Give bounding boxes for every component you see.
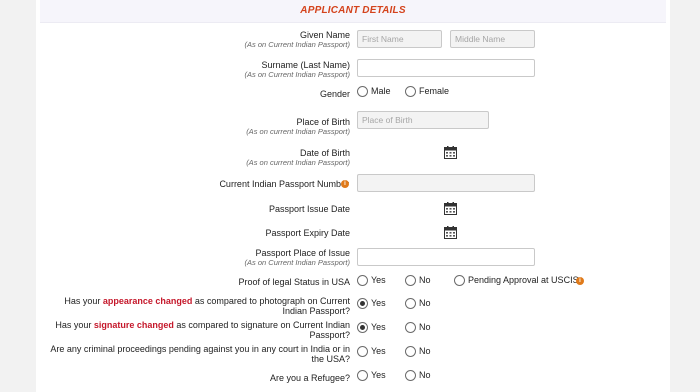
expiry-date-calendar-icon[interactable] xyxy=(444,226,457,239)
place-of-birth-sublabel: (As on current Indian Passport) xyxy=(246,127,350,136)
place-of-birth-label-text: Place of Birth xyxy=(296,117,350,127)
criminal-no-radio[interactable] xyxy=(405,346,416,357)
appearance-question-pre: Has your xyxy=(64,296,103,306)
expiry-date-label-text: Passport Expiry Date xyxy=(265,228,350,238)
date-of-birth-calendar-icon[interactable] xyxy=(444,146,457,159)
legal-status-no-radio[interactable] xyxy=(405,275,416,286)
signature-question-highlight: signature changed xyxy=(93,320,174,330)
appearance-question-post: as compared to photograph on Current Ind… xyxy=(192,296,350,316)
right-margin xyxy=(670,0,700,392)
signature-question-post: as compared to signature on Current Indi… xyxy=(173,320,350,340)
pending-approval-info-icon[interactable]: i xyxy=(576,277,584,285)
signature-yes-radio[interactable] xyxy=(357,322,368,333)
issue-date-label: Passport Issue Date xyxy=(269,204,350,214)
gender-male-label: Male xyxy=(371,86,391,96)
signature-changed-question: Has your signature changed as compared t… xyxy=(40,320,350,340)
appearance-no-radio[interactable] xyxy=(405,298,416,309)
refugee-yes-radio[interactable] xyxy=(357,370,368,381)
passport-number-label-text: Current Indian Passport Number xyxy=(219,179,349,189)
gender-label-text: Gender xyxy=(319,89,350,99)
surname-label: Surname (Last Name) (As on Current India… xyxy=(245,60,350,79)
refugee-question: Are you a Refugee? xyxy=(269,373,350,383)
issue-date-calendar-icon[interactable] xyxy=(444,202,457,215)
signature-question-pre: Has your xyxy=(55,320,94,330)
given-name-sublabel: (As on Current Indian Passport) xyxy=(244,40,350,49)
passport-number-info-icon[interactable]: i xyxy=(341,180,349,188)
refugee-no-label: No xyxy=(419,370,431,380)
date-of-birth-sublabel: (As on current Indian Passport) xyxy=(246,158,350,167)
criminal-yes-label: Yes xyxy=(371,346,386,356)
left-margin xyxy=(0,0,36,392)
criminal-proceedings-question: Are any criminal proceedings pending aga… xyxy=(50,344,350,364)
place-of-issue-label: Passport Place of Issue (As on Current I… xyxy=(245,248,350,267)
legal-status-no-label: No xyxy=(419,275,431,285)
signature-no-radio[interactable] xyxy=(405,322,416,333)
refugee-no-radio[interactable] xyxy=(405,370,416,381)
place-of-issue-sublabel: (As on Current Indian Passport) xyxy=(244,258,350,267)
date-of-birth-label-text: Date of Birth xyxy=(299,148,350,158)
passport-number-input[interactable] xyxy=(357,174,535,192)
legal-status-label-text: Proof of legal Status in USA xyxy=(238,277,350,287)
given-name-label-text: Given Name xyxy=(299,30,350,40)
signature-no-label: No xyxy=(419,322,431,332)
place-of-issue-label-text: Passport Place of Issue xyxy=(255,248,350,258)
surname-input[interactable] xyxy=(357,59,535,77)
surname-sublabel: (As on Current Indian Passport) xyxy=(244,70,350,79)
legal-status-pending-radio[interactable] xyxy=(454,275,465,286)
appearance-yes-radio[interactable] xyxy=(357,298,368,309)
date-of-birth-label: Date of Birth (As on current Indian Pass… xyxy=(246,148,350,167)
section-title: APPLICANT DETAILS xyxy=(300,5,406,16)
criminal-yes-radio[interactable] xyxy=(357,346,368,357)
legal-status-yes-radio[interactable] xyxy=(357,275,368,286)
criminal-no-label: No xyxy=(419,346,431,356)
issue-date-label-text: Passport Issue Date xyxy=(268,204,350,214)
signature-yes-label: Yes xyxy=(371,322,386,332)
appearance-yes-label: Yes xyxy=(371,298,386,308)
place-of-issue-input[interactable] xyxy=(357,248,535,266)
middle-name-input[interactable] xyxy=(450,30,535,48)
passport-number-label: Current Indian Passport Number xyxy=(219,179,349,189)
surname-label-text: Surname (Last Name) xyxy=(261,60,350,70)
given-name-label: Given Name (As on Current Indian Passpor… xyxy=(245,30,350,49)
place-of-birth-input[interactable] xyxy=(357,111,489,129)
legal-status-yes-label: Yes xyxy=(371,275,386,285)
gender-male-radio[interactable] xyxy=(357,86,368,97)
expiry-date-label: Passport Expiry Date xyxy=(265,228,350,238)
gender-label: Gender xyxy=(320,89,350,99)
refugee-yes-label: Yes xyxy=(371,370,386,380)
first-name-input[interactable] xyxy=(357,30,442,48)
appearance-changed-question: Has your appearance changed as compared … xyxy=(40,296,350,316)
legal-status-pending-label: Pending Approval at USCIS xyxy=(468,275,579,285)
appearance-question-highlight: appearance changed xyxy=(102,296,193,306)
place-of-birth-label: Place of Birth (As on current Indian Pas… xyxy=(246,117,350,136)
appearance-no-label: No xyxy=(419,298,431,308)
gender-female-radio[interactable] xyxy=(405,86,416,97)
section-header: APPLICANT DETAILS xyxy=(40,0,666,23)
gender-female-label: Female xyxy=(419,86,450,96)
legal-status-label: Proof of legal Status in USA xyxy=(238,277,350,287)
